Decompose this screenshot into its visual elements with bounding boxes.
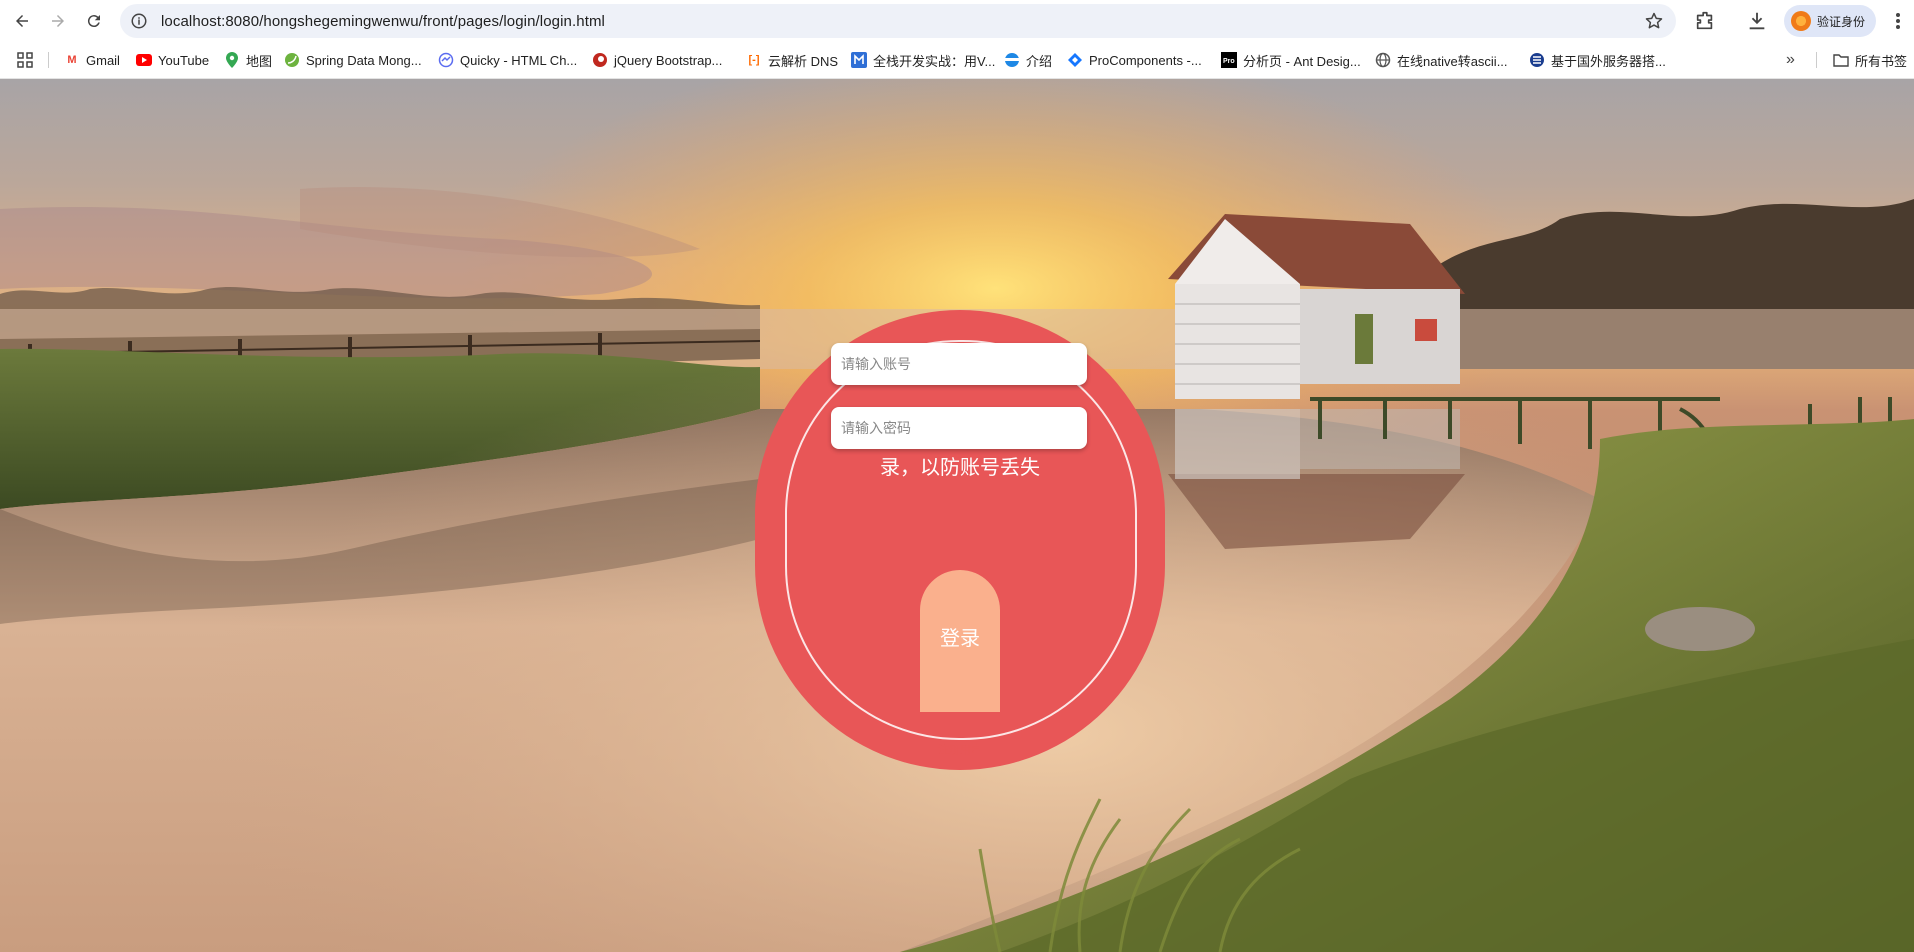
more-bookmarks-button[interactable]: » bbox=[1786, 50, 1795, 70]
bookmark-youtube[interactable]: YouTube bbox=[136, 50, 209, 70]
bookmark-label: YouTube bbox=[158, 52, 210, 68]
bookmark-aliyun[interactable]: [-] 云解析 DNS bbox=[746, 50, 839, 70]
password-input[interactable] bbox=[831, 407, 1087, 449]
reload-button[interactable] bbox=[81, 8, 107, 34]
divider bbox=[1816, 52, 1817, 68]
m-icon bbox=[851, 52, 867, 68]
back-button[interactable] bbox=[9, 8, 35, 34]
blog-icon bbox=[1529, 52, 1545, 68]
jquery-icon bbox=[592, 52, 608, 68]
bookmark-label: 所有书签 bbox=[1855, 53, 1908, 69]
profile-label: 验证身份 bbox=[1817, 14, 1866, 29]
bookmark-label: 介绍 bbox=[1026, 53, 1053, 69]
divider bbox=[48, 52, 49, 68]
pro-icon: Pro bbox=[1221, 52, 1237, 68]
arrow-right-icon bbox=[52, 15, 64, 27]
bookmark-label: 全栈开发实战：用V... bbox=[873, 53, 996, 69]
svg-text:Pro: Pro bbox=[1223, 58, 1235, 65]
bookmark-label: ProComponents -... bbox=[1089, 52, 1202, 68]
bookmark-quicky[interactable]: Quicky - HTML Ch... bbox=[438, 50, 577, 70]
antd-icon bbox=[1067, 52, 1083, 68]
url-text[interactable]: localhost:8080/hongshegemingwenwu/front/… bbox=[161, 13, 605, 30]
browser-toolbar: localhost:8080/hongshegemingwenwu/front/… bbox=[0, 0, 1914, 42]
bookmark-maps[interactable]: 地图 bbox=[224, 50, 272, 70]
bookmark-analysis[interactable]: Pro 分析页 - Ant Desig... bbox=[1221, 50, 1361, 70]
forward-button[interactable] bbox=[45, 8, 71, 34]
login-button-label: 登录 bbox=[940, 628, 980, 650]
address-bar[interactable]: localhost:8080/hongshegemingwenwu/front/… bbox=[120, 4, 1676, 38]
bookmark-label: 分析页 - Ant Desig... bbox=[1243, 53, 1361, 69]
bookmark-server[interactable]: 基于国外服务器搭... bbox=[1529, 50, 1666, 70]
folder-icon bbox=[1833, 52, 1849, 68]
username-input[interactable] bbox=[831, 343, 1087, 385]
register-link[interactable]: 注册用户 bbox=[920, 741, 1000, 757]
bookmark-label: Gmail bbox=[86, 52, 120, 68]
apps-button[interactable] bbox=[17, 50, 33, 70]
bookmark-spring[interactable]: Spring Data Mong... bbox=[284, 50, 422, 70]
extensions-icon[interactable] bbox=[1694, 10, 1716, 32]
all-bookmarks-button[interactable]: 所有书签 bbox=[1833, 50, 1907, 70]
download-icon[interactable] bbox=[1746, 10, 1768, 32]
more-menu-icon[interactable] bbox=[1890, 10, 1906, 32]
globe-icon bbox=[1375, 52, 1391, 68]
quicky-icon bbox=[438, 52, 454, 68]
profile-chip[interactable]: 验证身份 bbox=[1784, 5, 1876, 37]
bookmark-gmail[interactable]: M Gmail bbox=[64, 50, 120, 70]
bookmark-star-icon[interactable] bbox=[1644, 11, 1664, 31]
bookmark-label: Spring Data Mong... bbox=[306, 52, 422, 68]
bookmark-jquery[interactable]: jQuery Bootstrap... bbox=[592, 50, 722, 70]
bookmark-intro[interactable]: 介绍 bbox=[1004, 50, 1052, 70]
chevron-double-right-icon: » bbox=[1786, 51, 1795, 68]
site-info-icon[interactable] bbox=[130, 12, 148, 30]
bookmark-label: 基于国外服务器搭... bbox=[1551, 53, 1666, 69]
bookmark-label: jQuery Bootstrap... bbox=[614, 52, 723, 68]
house-illustration bbox=[1168, 214, 1465, 549]
login-page: 公共场所不建议自动登录，以防账号丢失 bbox=[0, 79, 1914, 952]
apps-grid-icon bbox=[17, 52, 33, 68]
bookmark-label: 地图 bbox=[246, 53, 273, 69]
spring-icon bbox=[284, 52, 300, 68]
maps-icon bbox=[224, 52, 240, 68]
intro-icon bbox=[1004, 52, 1020, 68]
bookmark-label: Quicky - HTML Ch... bbox=[460, 52, 578, 68]
reload-icon bbox=[87, 15, 100, 28]
gmail-icon: M bbox=[67, 54, 77, 66]
aliyun-icon: [-] bbox=[748, 54, 760, 66]
bookmark-native-ascii[interactable]: 在线native转ascii... bbox=[1375, 50, 1508, 70]
avatar bbox=[1791, 11, 1811, 31]
bookmark-label: 云解析 DNS bbox=[768, 53, 839, 69]
bookmark-procomponents[interactable]: ProComponents -... bbox=[1067, 50, 1202, 70]
bookmark-label: 在线native转ascii... bbox=[1397, 53, 1508, 69]
youtube-icon bbox=[136, 52, 152, 68]
bookmark-fullstack[interactable]: 全栈开发实战：用V... bbox=[851, 50, 995, 70]
arrow-left-icon bbox=[16, 15, 28, 27]
login-button[interactable]: 登录 bbox=[920, 570, 1000, 712]
bookmarks-bar: M Gmail YouTube 地图 Spring Data Mong... Q… bbox=[0, 42, 1914, 79]
